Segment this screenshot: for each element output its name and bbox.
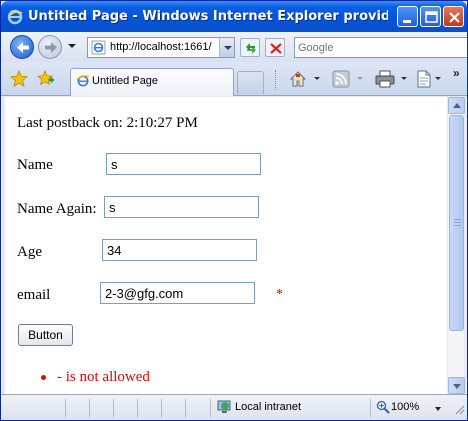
address-dropdown-button[interactable]	[219, 38, 234, 57]
email-input[interactable]	[100, 282, 255, 304]
print-icon[interactable]	[375, 70, 395, 91]
local-intranet-icon	[216, 399, 233, 418]
search-input[interactable]	[295, 38, 467, 57]
security-zone-label: Local intranet	[235, 401, 302, 413]
error-bullet	[41, 375, 46, 380]
scroll-up-button[interactable]	[448, 97, 465, 114]
status-bar: Local intranet 100%	[1, 394, 467, 420]
toolbar-overflow-chevron[interactable]: »	[453, 66, 460, 80]
address-url: http://localhost:1661/	[110, 41, 212, 53]
name-input[interactable]	[106, 153, 261, 175]
email-label: email	[17, 287, 51, 303]
minimize-icon	[403, 20, 411, 23]
browser-window: Untitled Page - Windows Internet Explore…	[0, 0, 468, 421]
forward-arrow-icon	[45, 42, 57, 53]
feeds-dropdown[interactable]	[357, 77, 363, 80]
search-box[interactable]	[294, 37, 467, 58]
home-dropdown[interactable]	[314, 77, 320, 80]
tab-toolbar: Untitled Page »	[1, 62, 467, 96]
stop-icon	[270, 43, 282, 54]
stop-button[interactable]	[265, 38, 285, 57]
name-again-label: Name Again:	[17, 201, 97, 217]
ie-page-icon	[91, 40, 106, 55]
email-validator-asterisk: *	[276, 287, 283, 302]
name-label: Name	[17, 157, 53, 173]
address-toolbar: http://localhost:1661/	[1, 32, 467, 62]
refresh-button[interactable]	[240, 38, 260, 57]
age-input[interactable]	[102, 239, 257, 261]
address-bar[interactable]: http://localhost:1661/	[87, 37, 235, 58]
maximize-button[interactable]	[420, 6, 441, 27]
scroll-thumb[interactable]	[449, 115, 464, 331]
minimize-button[interactable]	[397, 6, 418, 27]
zoom-icon[interactable]	[376, 400, 390, 417]
close-icon	[449, 12, 460, 23]
maximize-icon	[425, 11, 438, 23]
favorites-star-icon[interactable]	[9, 69, 29, 91]
zoom-dropdown[interactable]	[435, 407, 441, 411]
add-to-favorites-icon[interactable]	[36, 69, 55, 91]
page-icon[interactable]	[415, 70, 433, 91]
new-tab-button[interactable]	[237, 71, 264, 94]
age-label: Age	[17, 244, 42, 260]
back-arrow-icon	[17, 42, 29, 53]
print-dropdown[interactable]	[401, 77, 407, 80]
ie-page-icon	[76, 74, 90, 91]
vertical-scrollbar[interactable]	[447, 97, 465, 394]
refresh-icon	[246, 43, 256, 54]
submit-button[interactable]: Button	[18, 324, 73, 346]
close-button[interactable]	[443, 6, 464, 27]
page-content: Last postback on: 2:10:27 PM Name Name A…	[5, 97, 447, 394]
page-dropdown[interactable]	[435, 77, 441, 80]
postback-label: Last postback on: 2:10:27 PM	[17, 115, 198, 131]
scroll-down-button[interactable]	[448, 377, 465, 394]
back-button[interactable]	[10, 35, 34, 59]
home-icon[interactable]	[289, 70, 307, 91]
tab-untitled-page[interactable]: Untitled Page	[70, 68, 234, 96]
forward-button[interactable]	[38, 35, 62, 59]
ie-logo-icon	[7, 9, 23, 25]
zoom-level[interactable]: 100%	[391, 401, 419, 413]
title-bar[interactable]: Untitled Page - Windows Internet Explore…	[1, 1, 467, 32]
window-title: Untitled Page - Windows Internet Explore…	[28, 9, 388, 24]
toolbar-separator	[275, 70, 276, 90]
name-again-input[interactable]	[104, 196, 259, 218]
rss-feeds-icon[interactable]	[332, 70, 350, 91]
tab-label: Untitled Page	[92, 75, 159, 87]
error-message: - is not allowed	[57, 369, 150, 385]
recent-pages-dropdown[interactable]	[68, 44, 76, 48]
resize-grip-icon[interactable]	[453, 403, 465, 418]
